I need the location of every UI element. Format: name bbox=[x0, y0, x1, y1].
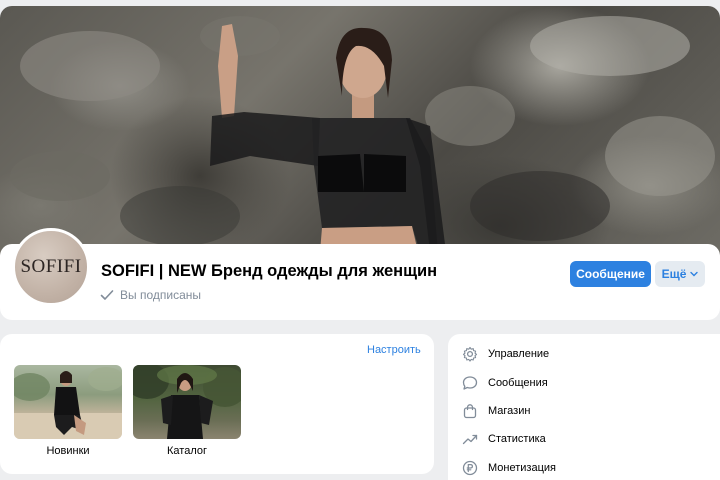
menu-item-label: Сообщения bbox=[488, 377, 548, 389]
showcase-item-new-arrivals[interactable] bbox=[14, 365, 122, 439]
showcase-item-catalog[interactable] bbox=[133, 365, 241, 439]
page-title: SOFIFI | NEW Бренд одежды для женщин bbox=[101, 262, 438, 280]
menu-item-messages[interactable]: Сообщения bbox=[462, 373, 548, 393]
more-button-label: Ещё bbox=[661, 267, 687, 281]
chart-icon bbox=[462, 434, 478, 445]
new-arrivals-photo bbox=[14, 367, 122, 439]
avatar[interactable]: SOFIFI bbox=[12, 228, 90, 306]
message-button[interactable]: Сообщение bbox=[570, 261, 651, 287]
menu-item-shop[interactable]: Магазин bbox=[462, 401, 530, 421]
cover-illustration bbox=[10, 16, 715, 252]
gear-icon bbox=[462, 346, 478, 362]
menu-item-label: Монетизация bbox=[488, 462, 556, 474]
checkmark-icon bbox=[100, 290, 114, 300]
catalog-photo bbox=[133, 365, 241, 439]
menu-item-management[interactable]: Управление bbox=[462, 344, 549, 364]
menu-item-label: Статистика bbox=[488, 433, 546, 445]
shopping-bag-icon bbox=[463, 404, 477, 419]
chevron-down-icon bbox=[690, 271, 699, 277]
subscription-status[interactable]: Вы подписаны bbox=[100, 288, 201, 302]
showcase-item-label[interactable]: Новинки bbox=[14, 445, 122, 457]
configure-link[interactable]: Настроить bbox=[367, 344, 421, 356]
showcase-item-label[interactable]: Каталог bbox=[133, 445, 241, 457]
menu-item-monetization[interactable]: Монетизация bbox=[462, 458, 556, 478]
menu-item-statistics[interactable]: Статистика bbox=[462, 429, 546, 449]
cover-photo[interactable] bbox=[0, 6, 720, 268]
more-button[interactable]: Ещё bbox=[655, 261, 705, 287]
menu-item-label: Управление bbox=[488, 348, 550, 360]
chat-icon bbox=[462, 376, 478, 390]
subscribed-label: Вы подписаны bbox=[120, 288, 201, 302]
avatar-logo-text: SOFIFI bbox=[20, 256, 82, 277]
menu-item-label: Магазин bbox=[488, 405, 531, 417]
ruble-icon bbox=[462, 460, 478, 476]
